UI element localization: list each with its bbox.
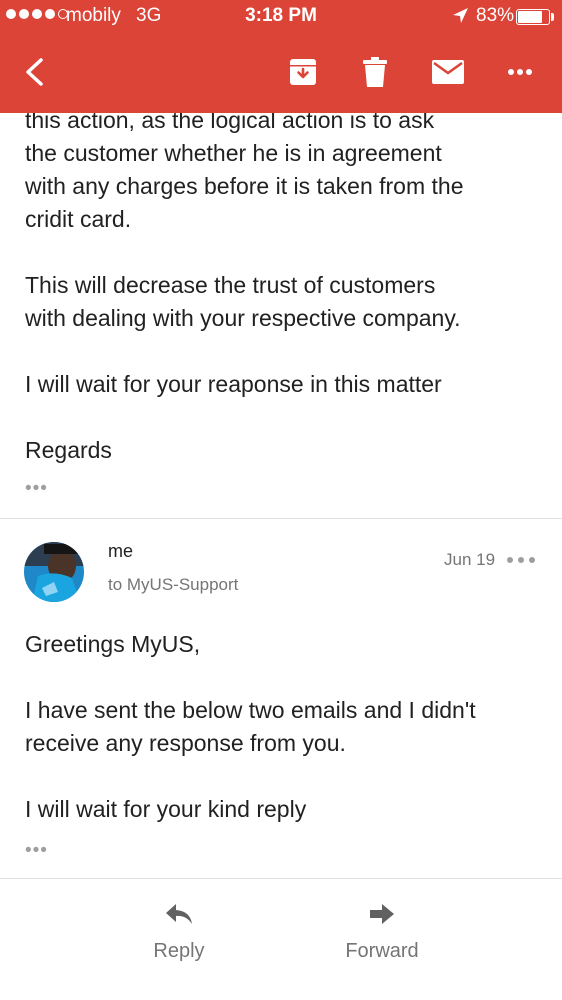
message-body-line: Greetings MyUS, [25, 631, 201, 657]
previous-message-line: the customer whether he is in agreement [25, 140, 442, 166]
location-arrow-icon [453, 8, 468, 23]
more-icon [508, 69, 532, 75]
recipient-details[interactable]: to MyUS-Support [108, 575, 238, 595]
reply-forward-bar: Reply Forward [0, 880, 562, 1000]
previous-message-line: with dealing with your respective compan… [25, 305, 461, 331]
battery-percent: 83% [476, 5, 515, 26]
action-divider [0, 878, 562, 879]
status-bar: mobily 3G 3:18 PM 83% [0, 0, 562, 34]
app-header: mobily 3G 3:18 PM 83% [0, 0, 562, 113]
previous-message-line: This will decrease the trust of customer… [25, 272, 436, 298]
more-options-button[interactable] [494, 38, 546, 106]
back-button[interactable] [8, 38, 60, 106]
show-trimmed-content-button[interactable]: ••• [25, 478, 48, 500]
forward-button[interactable]: Forward [312, 902, 452, 963]
message-body-line: I have sent the below two emails and I d… [25, 697, 476, 723]
forward-label: Forward [345, 940, 419, 962]
reply-icon [166, 904, 192, 924]
message-date: Jun 19 [444, 550, 496, 569]
toolbar [0, 38, 562, 108]
previous-message-signoff: Regards [25, 437, 112, 463]
back-arrow-icon [26, 58, 43, 86]
message-divider [0, 518, 562, 519]
message-more-icon[interactable] [507, 553, 535, 567]
mail-icon [432, 60, 464, 84]
sender-name: me [108, 541, 134, 561]
message-body-line: receive any response from you. [25, 730, 346, 756]
avatar[interactable] [24, 542, 84, 602]
previous-message-line: I will wait for your reaponse in this ma… [25, 371, 442, 397]
previous-message-line: cridit card. [25, 206, 132, 232]
forward-icon [370, 904, 394, 924]
message-body-line: I will wait for your kind reply [25, 796, 307, 822]
trash-icon [363, 57, 387, 87]
battery-cap [551, 13, 554, 21]
mark-unread-button[interactable] [422, 38, 474, 106]
archive-button[interactable] [277, 38, 329, 106]
reply-label: Reply [153, 940, 205, 962]
previous-message-line: with any charges before it is taken from… [25, 173, 464, 199]
archive-icon [290, 59, 316, 85]
battery-icon [516, 9, 550, 25]
show-trimmed-content-button[interactable]: ••• [25, 840, 48, 862]
delete-button[interactable] [349, 38, 401, 106]
email-thread[interactable]: this action, as the logical action is to… [0, 0, 562, 1000]
reply-button[interactable]: Reply [109, 902, 249, 963]
